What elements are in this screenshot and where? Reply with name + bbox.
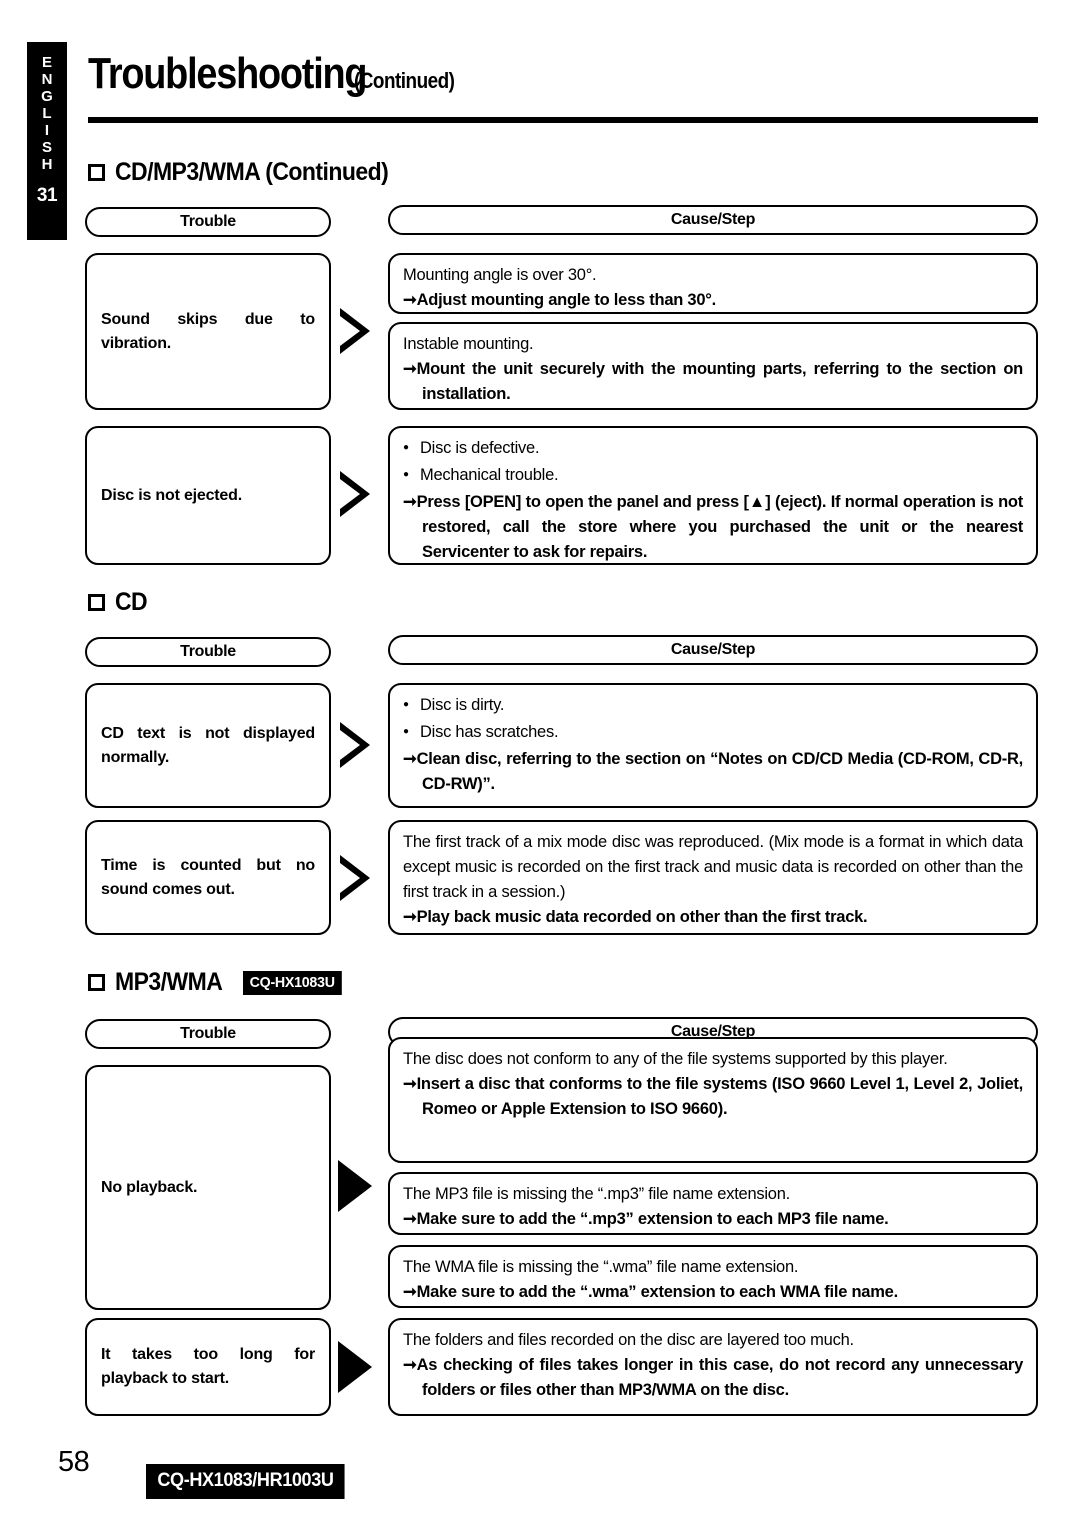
square-bullet-icon xyxy=(88,164,105,181)
language-tab: E N G L I S H 31 xyxy=(27,42,67,240)
model-badge: CQ-HX1083U xyxy=(242,970,342,995)
cause-text: The MP3 file is missing the “.mp3” file … xyxy=(403,1185,790,1203)
section-heading-label: MP3/WMA xyxy=(115,968,223,996)
chapter-number: 31 xyxy=(36,185,58,206)
step-text: ➞Press [OPEN] to open the panel and pres… xyxy=(403,493,1023,561)
cause-text: Mechanical trouble. xyxy=(403,463,1023,490)
section-heading-cd: CD xyxy=(88,588,150,617)
trouble-text: Disc is not ejected. xyxy=(101,486,242,504)
bullet-icon xyxy=(403,463,420,490)
step-text: ➞Adjust mounting angle to less than 30°. xyxy=(403,291,716,309)
square-bullet-icon xyxy=(88,974,105,991)
step-text: ➞Clean disc, referring to the section on… xyxy=(403,750,1023,793)
cause-cell: The folders and files recorded on the di… xyxy=(388,1318,1038,1416)
flow-arrow-icon xyxy=(336,855,370,901)
cause-text: The WMA file is missing the “.wma” file … xyxy=(403,1258,799,1276)
language-letter: L xyxy=(42,105,52,122)
language-letter: H xyxy=(41,156,53,173)
step-text: ➞Mount the unit securely with the mounti… xyxy=(403,360,1023,403)
section-heading-label: CD/MP3/WMA (Continued) xyxy=(115,158,389,186)
cause-text: Mounting angle is over 30°. xyxy=(403,266,597,284)
cause-cell: Disc is defective. Mechanical trouble. ➞… xyxy=(388,426,1038,565)
flow-arrow-icon xyxy=(336,722,370,768)
section-heading-label: CD xyxy=(115,588,148,616)
cause-cell: Instable mounting. ➞Mount the unit secur… xyxy=(388,322,1038,410)
cause-text: Disc is dirty. xyxy=(403,693,1023,720)
cause-cell: The WMA file is missing the “.wma” file … xyxy=(388,1245,1038,1308)
column-header-trouble: Trouble xyxy=(85,207,331,237)
cause-cell: Mounting angle is over 30°. ➞Adjust moun… xyxy=(388,253,1038,314)
column-header-trouble: Trouble xyxy=(85,637,331,667)
table-row-trouble: Disc is not ejected. xyxy=(85,426,331,565)
manual-page: E N G L I S H 31 Troubleshooting (Contin… xyxy=(0,0,1080,1523)
bullet-icon xyxy=(403,693,420,720)
step-text: ➞Make sure to add the “.mp3” extension t… xyxy=(403,1210,889,1228)
step-text: ➞Play back music data recorded on other … xyxy=(403,908,868,926)
bullet-icon xyxy=(403,436,420,463)
section-heading-cd-mp3-wma: CD/MP3/WMA (Continued) xyxy=(88,158,412,187)
step-text: ➞As checking of files takes longer in th… xyxy=(403,1356,1023,1399)
cause-cell: The first track of a mix mode disc was r… xyxy=(388,820,1038,935)
cause-cell: Disc is dirty. Disc has scratches. ➞Clea… xyxy=(388,683,1038,808)
flow-arrow-icon xyxy=(338,1160,372,1212)
cause-text: Disc has scratches. xyxy=(403,720,1023,747)
column-header-trouble: Trouble xyxy=(85,1019,331,1049)
step-text: ➞Make sure to add the “.wma” extension t… xyxy=(403,1283,898,1301)
language-letter: G xyxy=(41,88,53,105)
cause-text: The first track of a mix mode disc was r… xyxy=(403,833,1023,901)
trouble-text: CD text is not displayed normally. xyxy=(101,724,315,766)
cause-text: Instable mounting. xyxy=(403,335,534,353)
table-row-trouble: Sound skips due to vibration. xyxy=(85,253,331,410)
trouble-text: It takes too long for playback to start. xyxy=(101,1346,315,1387)
cause-text: The folders and files recorded on the di… xyxy=(403,1331,854,1349)
table-row-trouble: CD text is not displayed normally. xyxy=(85,683,331,808)
footer-page-number: 58 xyxy=(58,1446,90,1478)
cause-cell: The MP3 file is missing the “.mp3” file … xyxy=(388,1172,1038,1235)
column-header-cause: Cause/Step xyxy=(388,205,1038,235)
page-title-main: Troubleshooting xyxy=(88,49,368,98)
page-title-suffix: (Continued) xyxy=(353,68,455,93)
trouble-text: Sound skips due to vibration. xyxy=(101,310,315,352)
flow-arrow-icon xyxy=(338,1341,372,1393)
trouble-text: Time is counted but no sound comes out. xyxy=(101,856,315,898)
trouble-text: No playback. xyxy=(101,1178,198,1196)
table-row-trouble: It takes too long for playback to start. xyxy=(85,1318,331,1416)
language-letter: S xyxy=(41,139,52,156)
language-letters: E N G L I S H xyxy=(41,54,53,173)
footer-model-badge: CQ-HX1083/HR1003U xyxy=(146,1464,345,1499)
page-title: Troubleshooting (Continued) xyxy=(88,52,1038,96)
title-rule xyxy=(88,117,1038,123)
cause-cell: The disc does not conform to any of the … xyxy=(388,1037,1038,1163)
flow-arrow-icon xyxy=(336,471,370,517)
cause-text: Disc is defective. xyxy=(403,436,1023,463)
table-row-trouble: Time is counted but no sound comes out. xyxy=(85,820,331,935)
column-header-cause: Cause/Step xyxy=(388,635,1038,665)
language-letter: N xyxy=(41,71,53,88)
step-text: ➞Insert a disc that conforms to the file… xyxy=(403,1075,1023,1118)
bullet-icon xyxy=(403,720,420,747)
language-letter: E xyxy=(41,54,52,71)
flow-arrow-icon xyxy=(336,308,370,354)
cause-text: The disc does not conform to any of the … xyxy=(403,1050,948,1068)
square-bullet-icon xyxy=(88,594,105,611)
language-letter: I xyxy=(44,122,50,139)
table-row-trouble: No playback. xyxy=(85,1065,331,1310)
section-heading-mp3-wma: MP3/WMA CQ-HX1083U xyxy=(88,968,346,997)
